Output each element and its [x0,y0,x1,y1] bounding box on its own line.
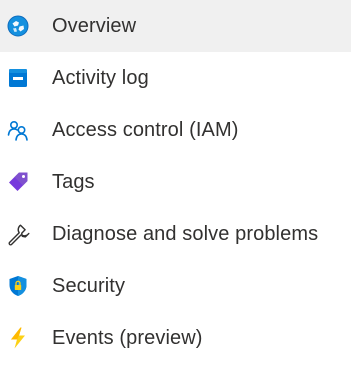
wrench-icon [6,222,30,246]
menu-item-label: Events (preview) [52,326,203,349]
menu-item-activity-log[interactable]: Activity log [0,52,351,104]
resource-menu: Overview Activity log Access control (IA… [0,0,351,371]
menu-item-events[interactable]: Events (preview) [0,312,351,364]
access-control-icon [6,118,30,142]
menu-item-security[interactable]: Security [0,260,351,312]
menu-item-diagnose[interactable]: Diagnose and solve problems [0,208,351,260]
lightning-icon [6,326,30,350]
menu-item-label: Activity log [52,66,149,89]
tag-icon [6,170,30,194]
menu-item-label: Access control (IAM) [52,118,239,141]
menu-item-tags[interactable]: Tags [0,156,351,208]
overview-icon [6,14,30,38]
menu-item-label: Tags [52,170,95,193]
menu-item-label: Security [52,274,126,297]
menu-item-access-control[interactable]: Access control (IAM) [0,104,351,156]
security-shield-icon [6,274,30,298]
menu-item-overview[interactable]: Overview [0,0,351,52]
menu-item-label: Diagnose and solve problems [52,222,319,245]
activity-log-icon [6,66,30,90]
menu-item-label: Overview [52,14,137,37]
